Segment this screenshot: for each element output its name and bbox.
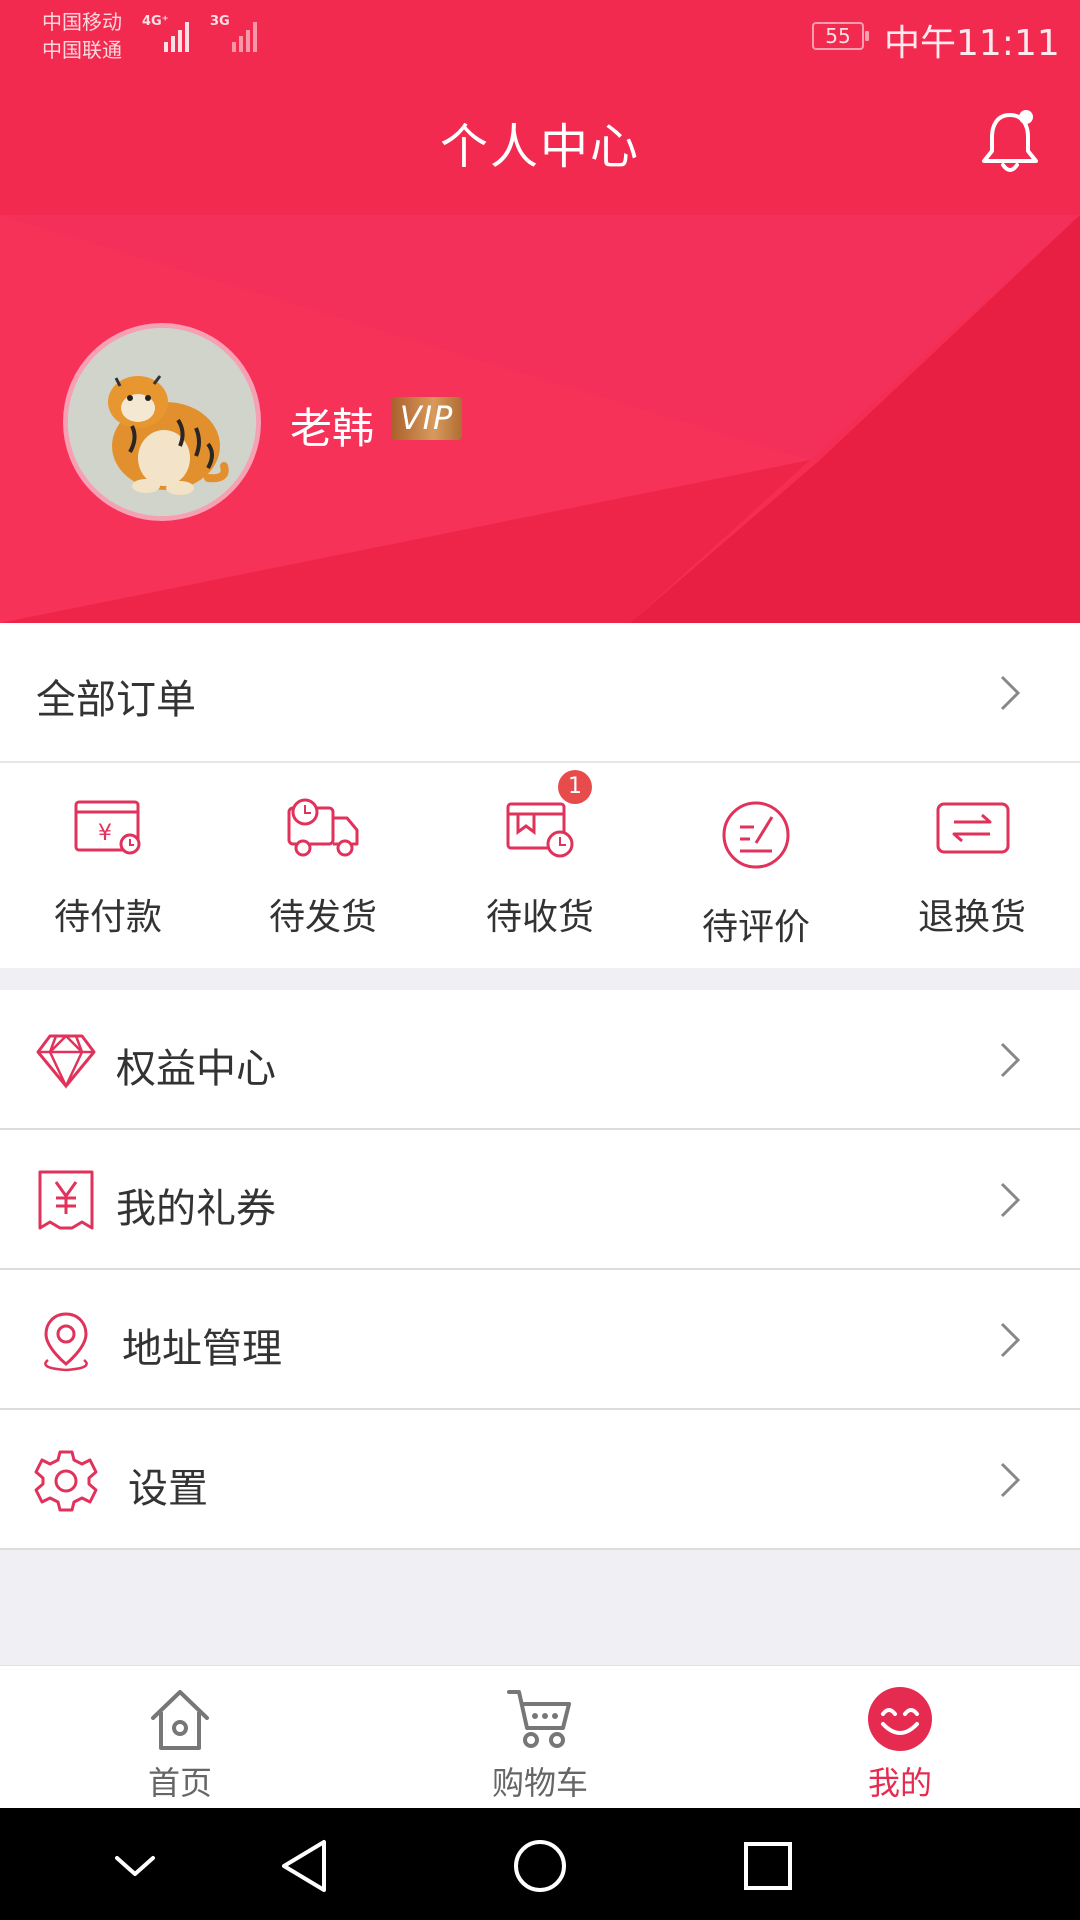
cart-icon xyxy=(507,1690,571,1748)
collapse-chevron-icon[interactable] xyxy=(103,1834,167,1898)
profile-header: 中国移动 中国联通 4G⁺ 3G 55 中午11:11 个人中心 老韩 VIP xyxy=(0,0,1080,623)
tiger-avatar-image xyxy=(68,328,256,516)
vip-badge: VIP xyxy=(391,397,462,440)
order-status-returns[interactable]: 退换货 xyxy=(882,773,1062,963)
order-status-pending-payment[interactable]: ¥ 待付款 xyxy=(18,773,198,963)
chevron-right-icon xyxy=(1000,675,1021,711)
menu-item-coupons[interactable]: 我的礼券 xyxy=(0,1130,1080,1270)
menu-list: 权益中心 我的礼券 地址管理 设置 xyxy=(0,990,1080,1550)
status-label: 退换货 xyxy=(917,897,1026,938)
status-label: 待付款 xyxy=(53,897,162,938)
menu-item-label: 我的礼券 xyxy=(116,1186,276,1232)
back-icon[interactable] xyxy=(276,1834,340,1898)
pending-receipt-badge: 1 xyxy=(558,770,592,804)
bell-icon[interactable] xyxy=(978,107,1042,177)
chevron-right-icon xyxy=(1000,1322,1021,1358)
truck-icon xyxy=(287,798,359,857)
title-bar: 个人中心 xyxy=(0,75,1080,215)
bottom-tab-bar: 首页 购物车 我的 xyxy=(0,1665,1080,1808)
tab-label: 我的 xyxy=(867,1764,932,1802)
menu-item-label: 地址管理 xyxy=(122,1326,282,1372)
all-orders-label: 全部订单 xyxy=(36,677,196,723)
review-icon xyxy=(722,801,790,869)
status-time: 中午11:11 xyxy=(884,23,1060,64)
wallet-icon: ¥ xyxy=(74,800,141,855)
tab-label: 首页 xyxy=(147,1764,212,1802)
order-status-pending-review[interactable]: 待评价 xyxy=(666,773,846,963)
signal-indicators: 4G⁺ 3G xyxy=(142,14,260,52)
coupon-icon xyxy=(38,1170,94,1230)
carrier-2: 中国联通 xyxy=(42,38,122,62)
tab-home[interactable]: 首页 xyxy=(70,1666,290,1809)
smiley-icon xyxy=(868,1687,932,1751)
tab-cart[interactable]: 购物车 xyxy=(430,1666,650,1809)
orders-section: 全部订单 ¥ 待付款 待发货 待收货 待评价 退换货 xyxy=(0,623,1080,968)
notification-dot xyxy=(1019,110,1033,124)
system-navigation-bar xyxy=(0,1808,1080,1920)
battery-indicator: 55 xyxy=(812,22,869,50)
order-status-pending-shipment[interactable]: 待发货 xyxy=(233,773,413,963)
diamond-icon xyxy=(36,1034,96,1089)
menu-item-address[interactable]: 地址管理 xyxy=(0,1270,1080,1410)
all-orders-row[interactable]: 全部订单 xyxy=(0,623,1080,763)
carrier-1: 中国移动 xyxy=(42,10,122,34)
user-name: 老韩 xyxy=(290,404,375,453)
order-status-pending-receipt[interactable]: 待收货 xyxy=(450,773,630,963)
chevron-right-icon xyxy=(1000,1462,1021,1498)
tab-label: 购物车 xyxy=(491,1764,588,1802)
carrier-text: 中国移动 中国联通 xyxy=(42,8,122,64)
app-root: 中国移动 中国联通 4G⁺ 3G 55 中午11:11 个人中心 老韩 VIP … xyxy=(0,0,1080,1920)
home-circle-icon[interactable] xyxy=(508,1834,572,1898)
location-icon xyxy=(44,1312,88,1372)
page-title: 个人中心 xyxy=(439,119,640,175)
menu-item-settings[interactable]: 设置 xyxy=(0,1410,1080,1550)
status-label: 待评价 xyxy=(701,907,810,948)
chevron-right-icon xyxy=(1000,1182,1021,1218)
home-icon xyxy=(151,1690,209,1750)
menu-item-label: 设置 xyxy=(128,1466,208,1512)
gear-icon xyxy=(34,1450,98,1512)
chevron-right-icon xyxy=(1000,1042,1021,1078)
avatar[interactable] xyxy=(63,323,261,521)
menu-item-label: 权益中心 xyxy=(116,1046,276,1092)
menu-item-benefits[interactable]: 权益中心 xyxy=(0,990,1080,1130)
divider xyxy=(0,761,1080,763)
exchange-icon xyxy=(936,802,1010,854)
svg-text:¥: ¥ xyxy=(98,821,112,846)
recents-icon[interactable] xyxy=(736,1834,800,1898)
status-label: 待收货 xyxy=(485,897,594,938)
tab-mine[interactable]: 我的 xyxy=(790,1666,1010,1809)
status-label: 待发货 xyxy=(268,897,377,938)
signal-3g-icon: 3G xyxy=(210,14,260,52)
signal-4g-icon: 4G⁺ xyxy=(142,14,192,52)
status-bar: 中国移动 中国联通 4G⁺ 3G 55 中午11:11 xyxy=(0,0,1080,75)
